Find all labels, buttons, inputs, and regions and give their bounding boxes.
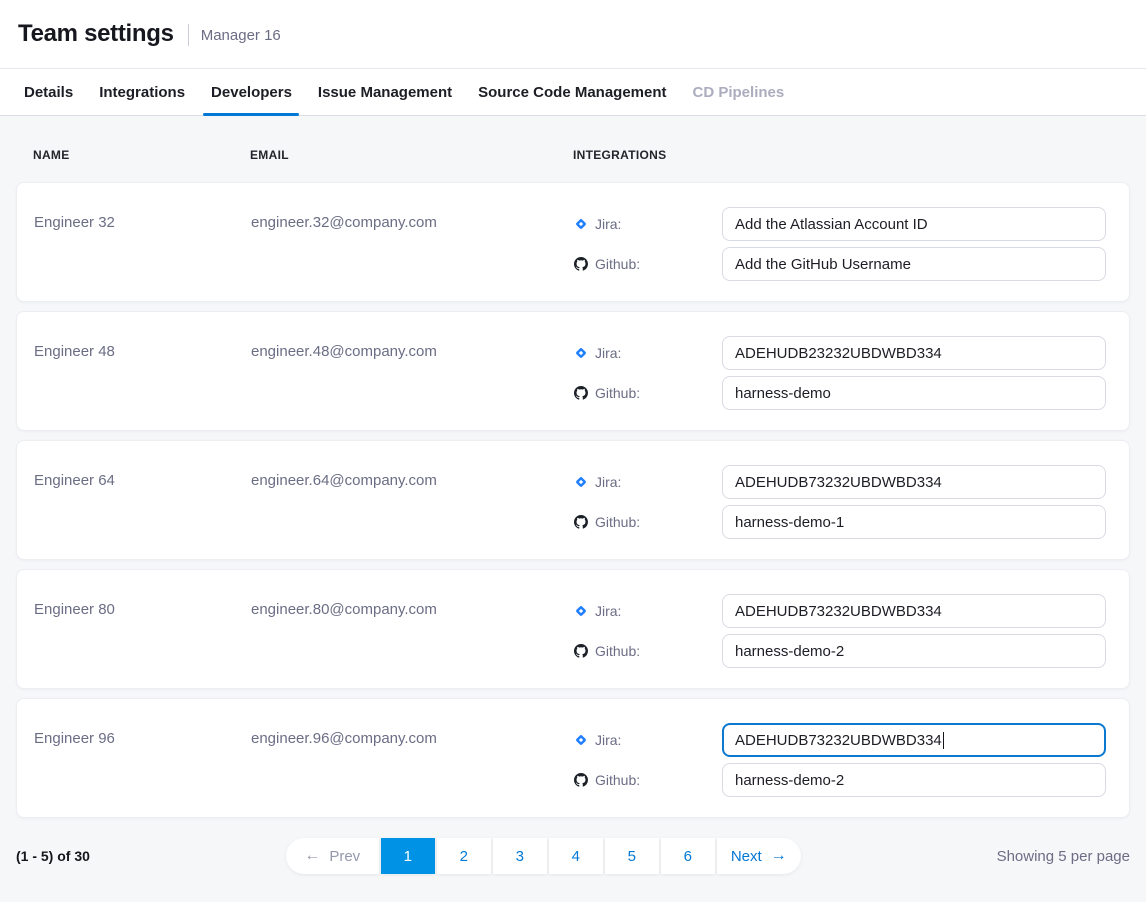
github-label: Github:: [595, 256, 640, 272]
table-row: Engineer 80 engineer.80@company.com Jira…: [16, 569, 1130, 689]
page-button-3[interactable]: 3: [493, 838, 547, 874]
column-header-name: NAME: [33, 148, 250, 162]
arrow-left-icon: ←: [304, 848, 320, 864]
developer-name: Engineer 48: [34, 336, 251, 410]
jira-label: Jira:: [595, 474, 621, 490]
tab-source-code-management[interactable]: Source Code Management: [478, 69, 666, 115]
table-row: Engineer 64 engineer.64@company.com Jira…: [16, 440, 1130, 560]
jira-input[interactable]: [722, 336, 1106, 370]
github-input[interactable]: [722, 376, 1106, 410]
arrow-right-icon: →: [771, 848, 787, 864]
pagination-range-label: (1 - 5) of 30: [16, 848, 90, 864]
pagination-bar: (1 - 5) of 30 ← Prev 1 2 3 4 5 6 Next → …: [16, 838, 1130, 874]
tab-integrations[interactable]: Integrations: [99, 69, 185, 115]
github-label: Github:: [595, 514, 640, 530]
per-page-label: Showing 5 per page: [997, 848, 1130, 865]
developer-email: engineer.80@company.com: [251, 594, 574, 668]
table-row: Engineer 96 engineer.96@company.com Jira…: [16, 698, 1130, 818]
tab-cd-pipelines: CD Pipelines: [693, 69, 785, 115]
developers-panel: NAME EMAIL INTEGRATIONS Engineer 32 engi…: [0, 116, 1146, 874]
jira-icon: [574, 733, 588, 747]
github-input[interactable]: [722, 247, 1106, 281]
jira-label: Jira:: [595, 345, 621, 361]
developer-email: engineer.64@company.com: [251, 465, 574, 539]
jira-input[interactable]: [722, 594, 1106, 628]
github-icon: [574, 386, 588, 400]
jira-label: Jira:: [595, 216, 621, 232]
team-settings-page: Team settings Manager 16 Details Integra…: [0, 0, 1146, 874]
github-icon: [574, 773, 588, 787]
github-input[interactable]: [722, 505, 1106, 539]
page-button-1[interactable]: 1: [381, 838, 435, 874]
page-button-6[interactable]: 6: [661, 838, 715, 874]
developer-email: engineer.32@company.com: [251, 207, 574, 281]
table-row: Engineer 48 engineer.48@company.com Jira…: [16, 311, 1130, 431]
text-cursor: [943, 732, 945, 749]
page-button-4[interactable]: 4: [549, 838, 603, 874]
column-header-email: EMAIL: [250, 148, 573, 162]
tab-details[interactable]: Details: [24, 69, 73, 115]
developer-name: Engineer 96: [34, 723, 251, 797]
table-row: Engineer 32 engineer.32@company.com Jira…: [16, 182, 1130, 302]
github-icon: [574, 257, 588, 271]
github-icon: [574, 515, 588, 529]
jira-label: Jira:: [595, 732, 621, 748]
prev-page-button[interactable]: ← Prev: [286, 838, 379, 874]
table-header: NAME EMAIL INTEGRATIONS: [16, 116, 1130, 182]
jira-icon: [574, 346, 588, 360]
page-title: Team settings: [18, 20, 174, 48]
jira-icon: [574, 604, 588, 618]
github-input[interactable]: [722, 634, 1106, 668]
title-divider: [188, 24, 189, 46]
developer-name: Engineer 32: [34, 207, 251, 281]
next-page-button[interactable]: Next →: [717, 838, 801, 874]
tab-bar: Details Integrations Developers Issue Ma…: [0, 68, 1146, 116]
github-label: Github:: [595, 643, 640, 659]
jira-label: Jira:: [595, 603, 621, 619]
tab-developers[interactable]: Developers: [211, 69, 292, 115]
page-button-5[interactable]: 5: [605, 838, 659, 874]
github-label: Github:: [595, 772, 640, 788]
column-header-integrations: INTEGRATIONS: [573, 148, 1107, 162]
tab-issue-management[interactable]: Issue Management: [318, 69, 452, 115]
github-input[interactable]: [722, 763, 1106, 797]
jira-input-focused[interactable]: ADEHUDB73232UBDWBD334: [722, 723, 1106, 757]
page-button-2[interactable]: 2: [437, 838, 491, 874]
github-label: Github:: [595, 385, 640, 401]
developer-name: Engineer 64: [34, 465, 251, 539]
jira-input[interactable]: [722, 207, 1106, 241]
team-name: Manager 16: [201, 27, 281, 44]
github-icon: [574, 644, 588, 658]
page-header: Team settings Manager 16: [0, 0, 1146, 68]
pagination-controls: ← Prev 1 2 3 4 5 6 Next →: [286, 838, 801, 874]
jira-icon: [574, 217, 588, 231]
jira-input[interactable]: [722, 465, 1106, 499]
developer-email: engineer.48@company.com: [251, 336, 574, 410]
jira-icon: [574, 475, 588, 489]
developer-name: Engineer 80: [34, 594, 251, 668]
developer-email: engineer.96@company.com: [251, 723, 574, 797]
